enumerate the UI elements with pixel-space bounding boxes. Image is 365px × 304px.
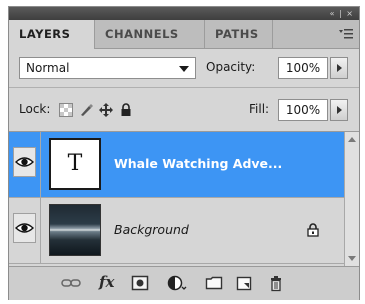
lock-icon	[307, 223, 319, 237]
chevron-down-icon	[179, 66, 189, 72]
panel-tabs: LAYERS CHANNELS PATHS	[9, 20, 359, 49]
type-layer-icon: T	[67, 151, 83, 176]
eye-icon	[14, 157, 35, 167]
layer-row-text[interactable]: T Whale Watching Adve...	[9, 132, 345, 198]
lock-transparent-pixels-icon[interactable]	[59, 103, 73, 117]
panel-window-controls[interactable]: « | ×	[330, 7, 354, 20]
scroll-down-icon[interactable]	[348, 256, 356, 261]
fill-label: Fill:	[249, 102, 270, 116]
text-layer-thumbnail[interactable]: T	[49, 138, 101, 190]
scroll-up-icon[interactable]	[348, 137, 356, 142]
fill-slider-button[interactable]	[330, 99, 348, 121]
link-icon[interactable]	[61, 275, 81, 291]
eye-icon	[14, 223, 35, 233]
opacity-label: Opacity:	[206, 60, 256, 74]
opacity-field[interactable]: 100%	[278, 57, 328, 79]
panel-menu-icon[interactable]	[339, 28, 353, 40]
opacity-slider-button[interactable]	[330, 57, 348, 79]
lock-label: Lock:	[19, 102, 51, 116]
layers-list: T Whale Watching Adve... Background	[9, 132, 345, 266]
tab-paths[interactable]: PATHS	[205, 20, 273, 48]
blend-mode-value: Normal	[26, 61, 70, 75]
lock-fill-row: Lock: Fill: 100%	[9, 88, 359, 132]
panel-footer-toolbar: fx	[9, 266, 359, 300]
lock-position-icon[interactable]	[99, 103, 113, 117]
layer-name[interactable]: Background	[114, 222, 189, 237]
column-divider	[40, 132, 41, 198]
lock-image-pixels-icon[interactable]	[79, 103, 93, 117]
column-divider	[40, 198, 41, 264]
new-layer-icon[interactable]	[235, 275, 253, 291]
panel-titlebar: « | ×	[9, 7, 359, 20]
tab-channels[interactable]: CHANNELS	[95, 20, 205, 48]
fx-icon[interactable]: fx	[99, 273, 114, 291]
blend-opacity-row: Normal Opacity: 100%	[9, 49, 359, 88]
layer-name[interactable]: Whale Watching Adve...	[114, 156, 282, 171]
visibility-toggle[interactable]	[13, 147, 36, 177]
layers-panel: « | × LAYERS CHANNELS PATHS Normal Opaci…	[8, 6, 360, 300]
layer-row-background[interactable]: Background	[9, 198, 345, 264]
layer-mask-icon[interactable]	[131, 275, 149, 291]
adjustment-layer-icon[interactable]	[167, 275, 187, 291]
fill-field[interactable]: 100%	[278, 99, 328, 121]
lock-all-icon[interactable]	[119, 103, 133, 117]
tab-layers[interactable]: LAYERS	[9, 20, 95, 49]
trash-icon[interactable]	[267, 275, 285, 292]
blend-mode-select[interactable]: Normal	[19, 57, 196, 79]
group-folder-icon[interactable]	[205, 275, 223, 291]
visibility-toggle[interactable]	[13, 213, 36, 243]
background-layer-thumbnail[interactable]	[49, 204, 101, 256]
layers-scrollbar[interactable]	[344, 132, 359, 266]
